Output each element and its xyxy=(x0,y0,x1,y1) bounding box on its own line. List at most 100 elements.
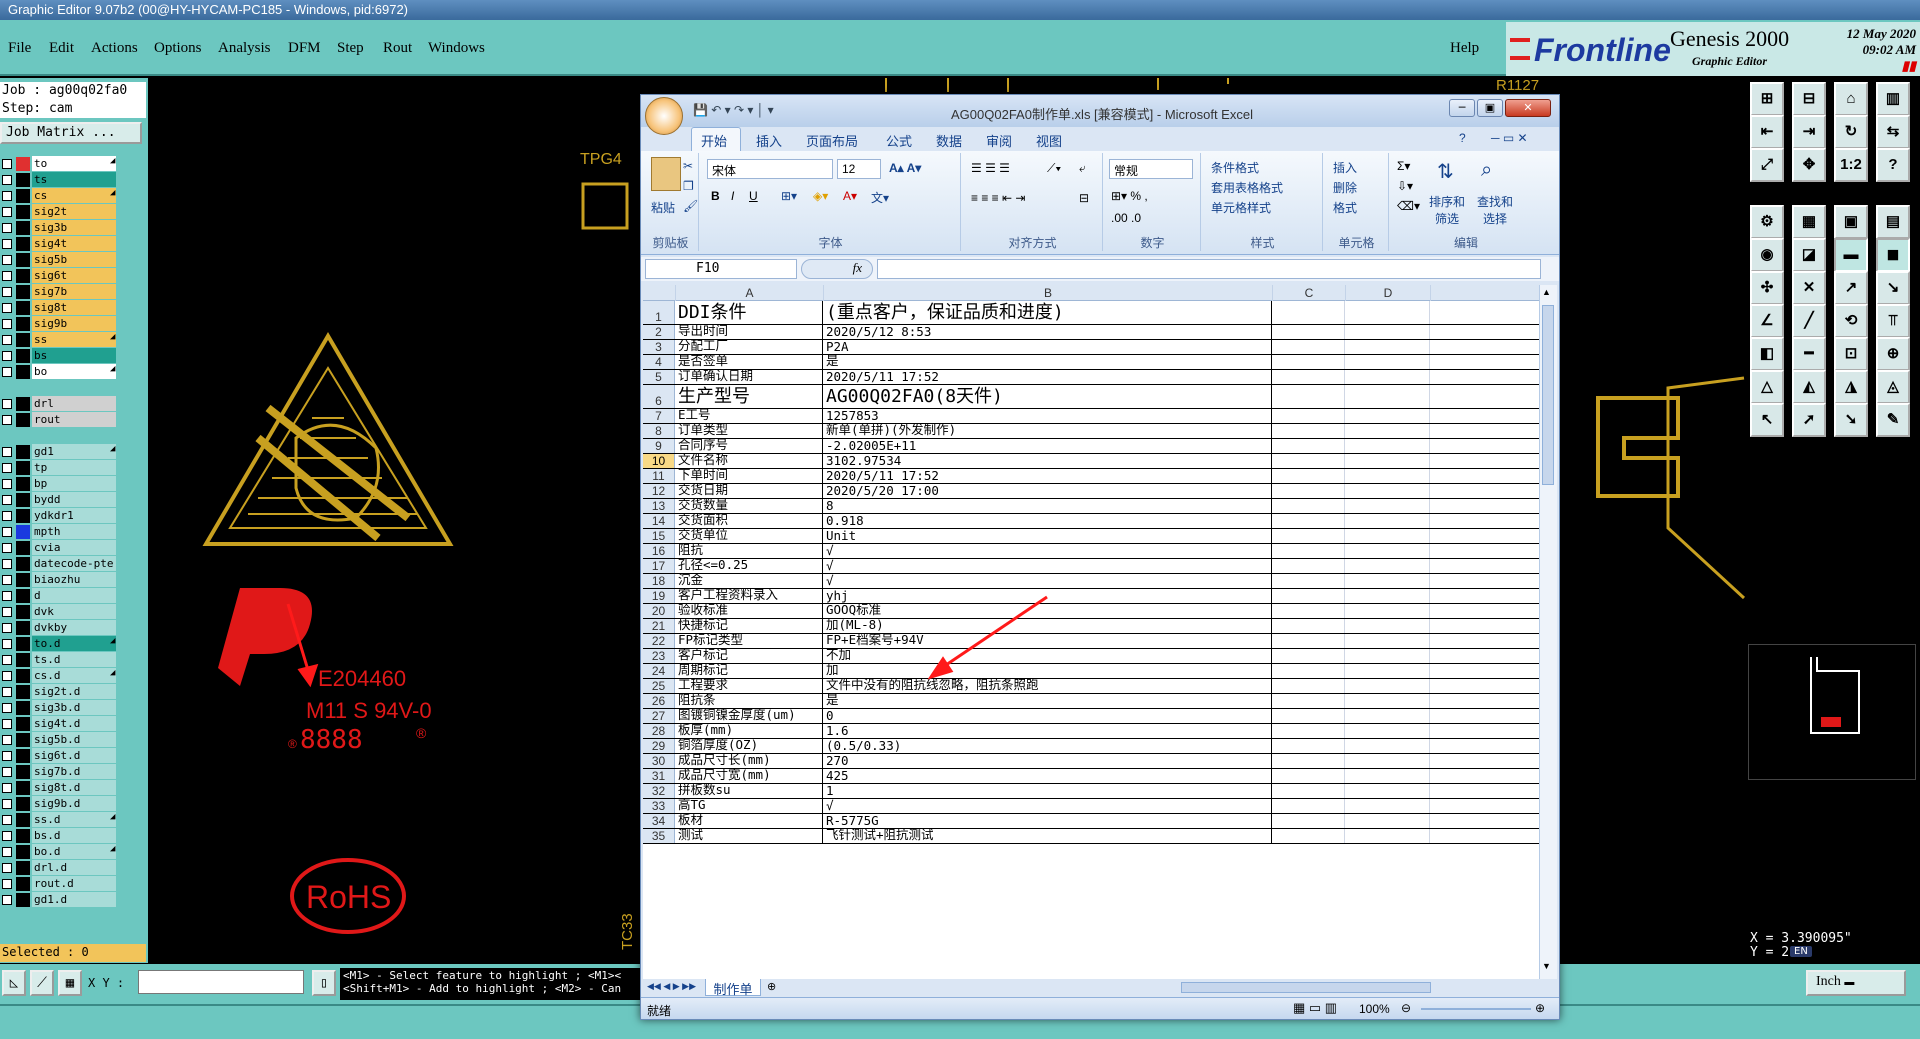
layer-row[interactable]: sig3b.d xyxy=(0,700,146,716)
layer-checkbox[interactable] xyxy=(2,191,12,201)
layer-menu-icon[interactable]: ◢ xyxy=(110,668,115,678)
layer-name[interactable]: drl xyxy=(32,396,116,411)
layer-checkbox[interactable] xyxy=(2,511,12,521)
cut-icon[interactable]: ✂ xyxy=(683,159,693,173)
layer-name[interactable]: cvia xyxy=(32,540,116,555)
layer-checkbox[interactable] xyxy=(2,847,12,857)
find-select-icon[interactable]: ⌕ xyxy=(1481,159,1492,182)
layer-name[interactable]: rout xyxy=(32,412,116,427)
layer-row[interactable]: gd1.d xyxy=(0,892,146,908)
delete-cells-button[interactable]: 删除 xyxy=(1333,179,1357,196)
layer-row[interactable]: sig6t.d xyxy=(0,748,146,764)
font-size-select[interactable]: 12 xyxy=(837,159,881,179)
fill-color-icon[interactable]: ◈▾ xyxy=(813,189,828,203)
menu-options[interactable]: Options xyxy=(154,40,202,57)
layer-checkbox[interactable] xyxy=(2,527,12,537)
layer-row[interactable]: sig5b.d xyxy=(0,732,146,748)
tool-button[interactable]: ✥ xyxy=(1792,148,1826,182)
layer-checkbox[interactable] xyxy=(2,575,12,585)
layer-color-swatch[interactable] xyxy=(16,781,30,795)
layer-row[interactable]: tp xyxy=(0,460,146,476)
layer-color-swatch[interactable] xyxy=(16,589,30,603)
italic-icon[interactable]: I xyxy=(731,189,734,203)
layer-checkbox[interactable] xyxy=(2,447,12,457)
layer-row[interactable]: bydd xyxy=(0,492,146,508)
layer-name[interactable]: bs xyxy=(32,348,116,363)
layer-color-swatch[interactable] xyxy=(16,701,30,715)
layer-checkbox[interactable] xyxy=(2,255,12,265)
maximize-button[interactable]: ▣ xyxy=(1477,99,1503,117)
layer-name[interactable]: sig6t xyxy=(32,268,116,283)
layer-row[interactable]: sig7b xyxy=(0,284,146,300)
layer-checkbox[interactable] xyxy=(2,591,12,601)
layer-checkbox[interactable] xyxy=(2,207,12,217)
fill-icon[interactable]: ⇩▾ xyxy=(1397,179,1413,193)
layer-name[interactable]: rout.d xyxy=(32,876,116,891)
layer-color-swatch[interactable] xyxy=(16,397,30,411)
layer-name[interactable]: datecode-pte xyxy=(32,556,116,571)
tool-button[interactable]: ⊞ xyxy=(1750,82,1784,116)
tool-button[interactable]: 1:2 xyxy=(1834,148,1868,182)
layer-checkbox[interactable] xyxy=(2,495,12,505)
layer-name[interactable]: bp xyxy=(32,476,116,491)
layer-color-swatch[interactable] xyxy=(16,733,30,747)
layer-row[interactable]: sig2t xyxy=(0,204,146,220)
menu-rout[interactable]: Rout xyxy=(383,40,412,57)
tool-button[interactable]: ⚙ xyxy=(1750,205,1784,239)
layer-name[interactable]: sig7b xyxy=(32,284,116,299)
tool-button[interactable]: ⊕ xyxy=(1876,337,1910,371)
layer-name[interactable]: sig2t.d xyxy=(32,684,116,699)
tool-button[interactable]: ↗ xyxy=(1834,271,1868,305)
paste-icon[interactable] xyxy=(651,157,681,191)
layer-color-swatch[interactable] xyxy=(16,653,30,667)
layer-name[interactable]: sig4t.d xyxy=(32,716,116,731)
tab-view[interactable]: 视图 xyxy=(1036,131,1062,150)
layer-checkbox[interactable] xyxy=(2,319,12,329)
layer-color-swatch[interactable] xyxy=(16,845,30,859)
tool-button[interactable]: ✕ xyxy=(1792,271,1826,305)
layer-color-swatch[interactable] xyxy=(16,269,30,283)
tool-button[interactable]: ⊟ xyxy=(1792,82,1826,116)
layer-name[interactable]: ss xyxy=(32,332,116,347)
layer-checkbox[interactable] xyxy=(2,735,12,745)
layer-name[interactable]: mpth xyxy=(32,524,116,539)
tool-button[interactable]: ◧ xyxy=(1750,337,1784,371)
layer-color-swatch[interactable] xyxy=(16,333,30,347)
new-sheet-icon[interactable]: ⊕ xyxy=(767,980,776,993)
tool-button[interactable]: ↖ xyxy=(1750,403,1784,437)
layer-color-swatch[interactable] xyxy=(16,477,30,491)
layer-row[interactable]: drl.d xyxy=(0,860,146,876)
layer-menu-icon[interactable]: ◢ xyxy=(110,188,115,198)
layer-checkbox[interactable] xyxy=(2,415,12,425)
tool-button[interactable]: ◭ xyxy=(1792,370,1826,404)
sheet-nav-icons[interactable]: ◀◀ ◀ ▶ ▶▶ xyxy=(647,981,696,992)
layer-name[interactable]: bs.d xyxy=(32,828,116,843)
layer-name[interactable]: ss.d xyxy=(32,812,116,827)
tab-insert[interactable]: 插入 xyxy=(756,131,782,150)
layer-row[interactable]: bp xyxy=(0,476,146,492)
layer-name[interactable]: sig3b xyxy=(32,220,116,235)
layer-color-swatch[interactable] xyxy=(16,525,30,539)
table-format-button[interactable]: 套用表格格式 xyxy=(1211,179,1283,196)
layer-color-swatch[interactable] xyxy=(16,669,30,683)
layer-name[interactable]: sig8t.d xyxy=(32,780,116,795)
layer-row[interactable]: cs.d ◢ xyxy=(0,668,146,684)
layer-color-swatch[interactable] xyxy=(16,893,30,907)
layer-color-swatch[interactable] xyxy=(16,221,30,235)
fx-button[interactable]: fx xyxy=(801,259,873,279)
layer-color-swatch[interactable] xyxy=(16,717,30,731)
layer-menu-icon[interactable]: ◢ xyxy=(110,636,115,646)
bold-icon[interactable]: B xyxy=(711,189,720,203)
layer-checkbox[interactable] xyxy=(2,639,12,649)
orientation-icon[interactable]: ⟋▾ xyxy=(1047,161,1061,176)
tool-button[interactable]: ⤢ xyxy=(1750,148,1784,182)
quick-access-icons[interactable]: 💾 ↶ ▾ ↷ ▾ │ ▾ xyxy=(693,103,774,117)
layer-checkbox[interactable] xyxy=(2,479,12,489)
tab-data[interactable]: 数据 xyxy=(936,131,962,150)
layer-color-swatch[interactable] xyxy=(16,797,30,811)
layer-row[interactable]: sig2t.d xyxy=(0,684,146,700)
layer-name[interactable]: ts.d xyxy=(32,652,116,667)
currency-icon[interactable]: ⊞▾ % , xyxy=(1111,189,1148,203)
layer-row[interactable]: sig8t.d xyxy=(0,780,146,796)
zoom-out-icon[interactable]: ⊖ xyxy=(1401,1001,1411,1015)
